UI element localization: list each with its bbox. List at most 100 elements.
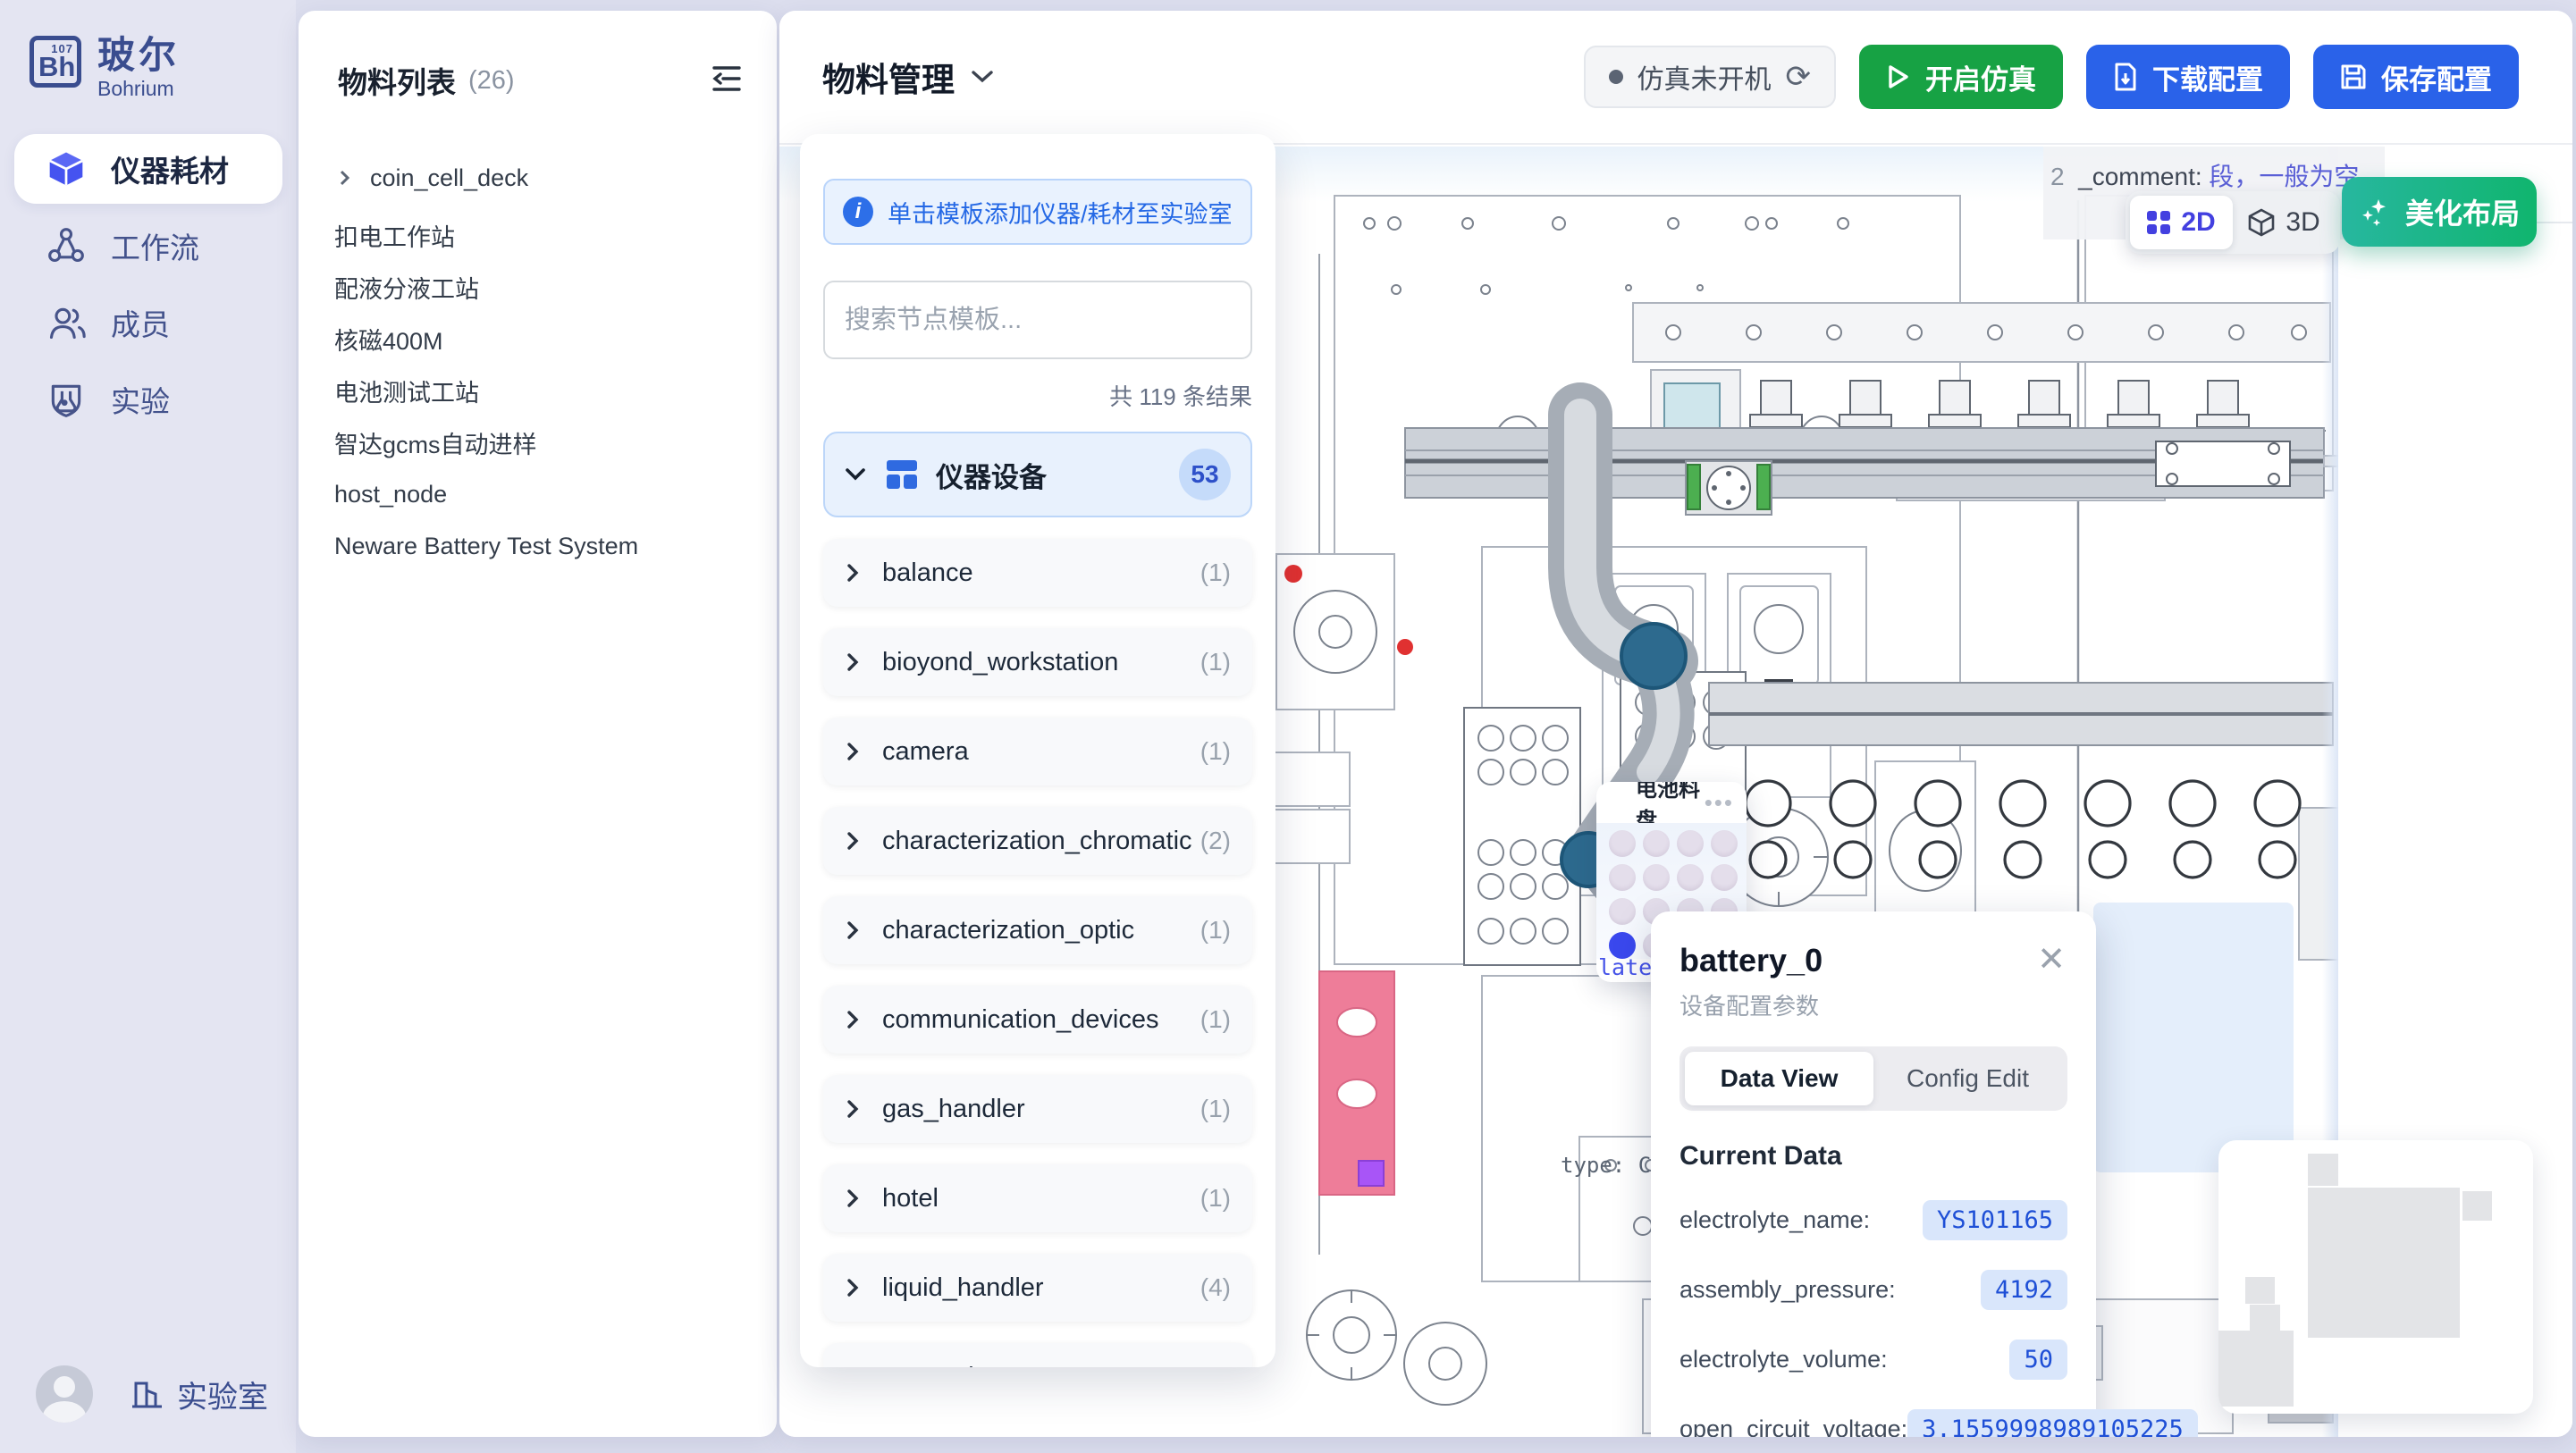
material-item[interactable]: 电池测试工站 bbox=[334, 365, 750, 416]
sidebar-item-workflow[interactable]: 工作流 bbox=[14, 211, 282, 281]
workflow-icon bbox=[46, 226, 86, 265]
user-avatar[interactable] bbox=[36, 1365, 93, 1423]
chevron-down-icon bbox=[971, 69, 994, 85]
save-config-button[interactable]: 保存配置 bbox=[2313, 45, 2519, 109]
template-count: (2) bbox=[1200, 827, 1231, 855]
view-mode-toggle: 2D 3D bbox=[2126, 191, 2340, 254]
category-instruments[interactable]: 仪器设备 53 bbox=[823, 432, 1252, 517]
materials-title: 物料列表 bbox=[338, 59, 456, 102]
palette-hint-text: 单击模板添加仪器/耗材至实验室 bbox=[888, 195, 1233, 230]
grid-2d-icon bbox=[2147, 211, 2170, 234]
template-count: (4) bbox=[1200, 1273, 1231, 1302]
data-row: electrolyte_name: YS101165 bbox=[1679, 1198, 2067, 1241]
battery-slot[interactable] bbox=[1643, 830, 1670, 857]
popup-subtitle: 设备配置参数 bbox=[1679, 988, 2067, 1021]
battery-slot[interactable] bbox=[1609, 864, 1636, 891]
sidebar-item-label: 仪器耗材 bbox=[111, 147, 229, 190]
material-label: 配液分液工站 bbox=[334, 270, 479, 305]
battery-slot[interactable] bbox=[1677, 830, 1704, 857]
battery-slot[interactable] bbox=[1643, 864, 1670, 891]
minimap[interactable] bbox=[2218, 1140, 2533, 1414]
refresh-icon[interactable]: ⟳ bbox=[1786, 62, 1812, 92]
battery-slot[interactable] bbox=[1711, 864, 1738, 891]
material-item[interactable]: 核磁400M bbox=[334, 313, 750, 365]
view-2d-button[interactable]: 2D bbox=[2130, 196, 2233, 249]
template-count: (1) bbox=[1200, 1184, 1231, 1213]
info-icon: i bbox=[843, 197, 873, 227]
material-item[interactable]: 配液分液工站 bbox=[334, 261, 750, 313]
sidebar-item-instruments[interactable]: 仪器耗材 bbox=[14, 134, 282, 204]
template-item-balance[interactable]: balance (1) bbox=[823, 539, 1252, 607]
material-tree-item[interactable]: coin_cell_deck bbox=[334, 152, 750, 204]
page-title-text: 物料管理 bbox=[822, 53, 955, 101]
template-count: (1) bbox=[1200, 648, 1231, 676]
data-row: open_circuit_voltage: 3.1559998989105225 bbox=[1679, 1407, 2067, 1437]
template-item-communication-devices[interactable]: communication_devices (1) bbox=[823, 986, 1252, 1054]
chevron-right-icon[interactable] bbox=[334, 168, 354, 188]
lab-switcher[interactable]: 实验室 bbox=[129, 1373, 268, 1416]
material-item[interactable]: 扣电工作站 bbox=[334, 209, 750, 261]
close-icon[interactable]: ✕ bbox=[2033, 942, 2069, 978]
material-label: host_node bbox=[334, 481, 447, 508]
template-search[interactable] bbox=[823, 281, 1252, 359]
materials-panel: 物料列表 (26) coin_cell_deck 扣电工作站 配液分液工站 核磁… bbox=[299, 11, 777, 1437]
sidebar-item-experiments[interactable]: 实验 bbox=[14, 365, 282, 434]
template-label: gas_handler bbox=[882, 1095, 1025, 1124]
template-count: (1) bbox=[1200, 1363, 1231, 1367]
chevron-right-icon bbox=[845, 1188, 861, 1209]
data-row: assembly_pressure: 4192 bbox=[1679, 1268, 2067, 1311]
material-item[interactable]: 智达gcms自动进样 bbox=[334, 416, 750, 468]
material-item[interactable]: Neware Battery Test System bbox=[334, 520, 750, 572]
download-doc-icon bbox=[2113, 63, 2138, 91]
beautify-layout-button[interactable]: 美化布局 bbox=[2342, 177, 2537, 247]
sidebar-item-members[interactable]: 成员 bbox=[14, 288, 282, 357]
status-dot-icon bbox=[1609, 70, 1623, 84]
more-menu-icon[interactable]: ••• bbox=[1705, 798, 1734, 807]
battery-slot[interactable] bbox=[1677, 864, 1704, 891]
template-label: camera bbox=[882, 737, 969, 767]
data-value: 50 bbox=[2009, 1340, 2067, 1380]
template-count: (1) bbox=[1200, 1005, 1231, 1034]
tab-config-edit[interactable]: Config Edit bbox=[1873, 1052, 2062, 1105]
material-label: 电池测试工站 bbox=[334, 374, 479, 408]
download-config-button[interactable]: 下载配置 bbox=[2086, 45, 2290, 109]
view-2d-label: 2D bbox=[2181, 207, 2215, 238]
collapse-panel-icon[interactable] bbox=[709, 63, 743, 98]
data-label: electrolyte_name: bbox=[1679, 1206, 1870, 1234]
data-row: electrolyte_volume: 50 bbox=[1679, 1338, 2067, 1381]
result-count: 共 119 条结果 bbox=[823, 379, 1252, 412]
battery-slot[interactable] bbox=[1609, 898, 1636, 925]
chevron-right-icon bbox=[845, 1009, 861, 1030]
template-count: (1) bbox=[1200, 737, 1231, 766]
battery-slot[interactable] bbox=[1609, 830, 1636, 857]
simulation-status[interactable]: 仿真未开机 ⟳ bbox=[1584, 46, 1837, 108]
template-label: liquid_handler bbox=[882, 1273, 1044, 1303]
logo-symbol: Bh bbox=[38, 51, 75, 83]
popup-title: battery_0 bbox=[1679, 942, 2067, 979]
chevron-right-icon bbox=[845, 920, 861, 941]
view-3d-button[interactable]: 3D bbox=[2233, 196, 2336, 249]
chevron-right-icon bbox=[845, 1277, 861, 1298]
template-item-hotel[interactable]: hotel (1) bbox=[823, 1164, 1252, 1232]
template-item-bioyond-workstation[interactable]: bioyond_workstation (1) bbox=[823, 628, 1252, 696]
template-item-characterization-chromatic[interactable]: characterization_chromatic (2) bbox=[823, 807, 1252, 875]
template-label: characterization_chromatic bbox=[882, 827, 1192, 856]
main-header: 物料管理 仿真未开机 ⟳ 开启仿真 下载配置 保存配置 bbox=[779, 11, 2572, 145]
template-item-characterization-optic[interactable]: characterization_optic (1) bbox=[823, 896, 1252, 964]
material-label: 核磁400M bbox=[334, 322, 443, 357]
material-item[interactable]: host_node bbox=[334, 468, 750, 520]
tab-data-view[interactable]: Data View bbox=[1685, 1052, 1873, 1105]
page-title[interactable]: 物料管理 bbox=[822, 53, 994, 101]
app-root: { "sidebar": { "logo": { "symbol": "Bh",… bbox=[0, 0, 2576, 1453]
template-item-liquid-handler[interactable]: liquid_handler (4) bbox=[823, 1254, 1252, 1322]
template-item-gas-handler[interactable]: gas_handler (1) bbox=[823, 1075, 1252, 1143]
chevron-right-icon bbox=[845, 741, 861, 762]
logo-name-en: Bohrium bbox=[97, 77, 180, 101]
sidebar-item-label: 工作流 bbox=[111, 224, 199, 267]
template-item-camera[interactable]: camera (1) bbox=[823, 718, 1252, 785]
battery-slot[interactable] bbox=[1711, 830, 1738, 857]
chevron-right-icon bbox=[845, 1098, 861, 1120]
start-simulation-button[interactable]: 开启仿真 bbox=[1859, 45, 2063, 109]
search-input[interactable] bbox=[845, 306, 1231, 335]
template-item-neware-battery-test-system[interactable]: neware_battery_test_system (1) bbox=[823, 1343, 1252, 1367]
